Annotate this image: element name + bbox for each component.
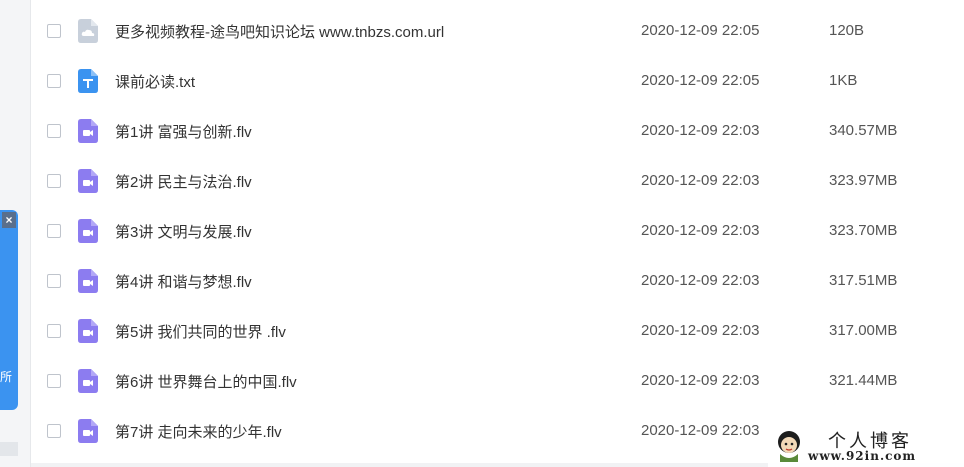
video-file-icon	[78, 219, 98, 243]
video-file-icon	[78, 369, 98, 393]
file-size: 1KB	[829, 72, 858, 89]
file-row[interactable]: 第6讲 世界舞台上的中国.flv 2020-12-09 22:03 321.44…	[31, 356, 964, 406]
file-name[interactable]: 第1讲 富强与创新.flv	[115, 121, 252, 142]
file-name[interactable]: 第5讲 我们共同的世界 .flv	[115, 321, 286, 342]
file-row[interactable]: 更多视频教程-途鸟吧知识论坛 www.tnbzs.com.url 2020-12…	[31, 6, 964, 56]
row-checkbox[interactable]	[47, 424, 61, 438]
file-size: 323.70MB	[829, 222, 898, 239]
row-checkbox[interactable]	[47, 224, 61, 238]
side-panel-text: 所	[0, 370, 13, 384]
file-list: 更多视频教程-途鸟吧知识论坛 www.tnbzs.com.url 2020-12…	[31, 6, 964, 456]
file-size: 321.44MB	[829, 372, 898, 389]
file-date: 2020-12-09 22:03	[641, 372, 760, 389]
watermark: 个人博客 www.92in.com	[768, 425, 964, 467]
video-file-icon	[78, 319, 98, 343]
file-name[interactable]: 更多视频教程-途鸟吧知识论坛 www.tnbzs.com.url	[115, 21, 444, 42]
file-date: 2020-12-09 22:03	[641, 222, 760, 239]
video-file-icon	[78, 269, 98, 293]
file-row[interactable]: 课前必读.txt 2020-12-09 22:05 1KB	[31, 56, 964, 106]
file-row[interactable]: 第3讲 文明与发展.flv 2020-12-09 22:03 323.70MB	[31, 206, 964, 256]
cloud-file-icon	[78, 19, 98, 43]
file-name[interactable]: 第7讲 走向未来的少年.flv	[115, 421, 282, 442]
video-file-icon	[78, 419, 98, 443]
file-date: 2020-12-09 22:03	[641, 322, 760, 339]
file-name[interactable]: 第6讲 世界舞台上的中国.flv	[115, 371, 297, 392]
text-file-icon	[78, 69, 98, 93]
close-icon[interactable]: ×	[2, 212, 16, 228]
file-size: 323.97MB	[829, 172, 898, 189]
file-row[interactable]: 第2讲 民主与法治.flv 2020-12-09 22:03 323.97MB	[31, 156, 964, 206]
avatar-icon	[774, 428, 804, 462]
file-name[interactable]: 第4讲 和谐与梦想.flv	[115, 271, 252, 292]
row-checkbox[interactable]	[47, 74, 61, 88]
row-checkbox[interactable]	[47, 374, 61, 388]
file-date: 2020-12-09 22:05	[641, 72, 760, 89]
file-name[interactable]: 第2讲 民主与法治.flv	[115, 171, 252, 192]
file-size: 340.57MB	[829, 122, 898, 139]
row-checkbox[interactable]	[47, 324, 61, 338]
row-checkbox[interactable]	[47, 174, 61, 188]
file-size: 120B	[829, 22, 865, 39]
file-name[interactable]: 课前必读.txt	[115, 71, 195, 92]
video-file-icon	[78, 169, 98, 193]
row-checkbox[interactable]	[47, 24, 61, 38]
file-row[interactable]: 第1讲 富强与创新.flv 2020-12-09 22:03 340.57MB	[31, 106, 964, 156]
side-bottom-block	[0, 442, 18, 456]
file-date: 2020-12-09 22:03	[641, 122, 760, 139]
file-row[interactable]: 第5讲 我们共同的世界 .flv 2020-12-09 22:03 317.00…	[31, 306, 964, 356]
watermark-url: www.92in.com	[808, 449, 917, 463]
row-checkbox[interactable]	[47, 124, 61, 138]
file-date: 2020-12-09 22:05	[641, 22, 760, 39]
file-date: 2020-12-09 22:03	[641, 172, 760, 189]
file-date: 2020-12-09 22:03	[641, 422, 760, 439]
file-size: 317.51MB	[829, 272, 898, 289]
file-name[interactable]: 第3讲 文明与发展.flv	[115, 221, 252, 242]
file-row[interactable]: 第4讲 和谐与梦想.flv 2020-12-09 22:03 317.51MB	[31, 256, 964, 306]
video-file-icon	[78, 119, 98, 143]
row-checkbox[interactable]	[47, 274, 61, 288]
file-date: 2020-12-09 22:03	[641, 272, 760, 289]
file-size: 317.00MB	[829, 322, 898, 339]
